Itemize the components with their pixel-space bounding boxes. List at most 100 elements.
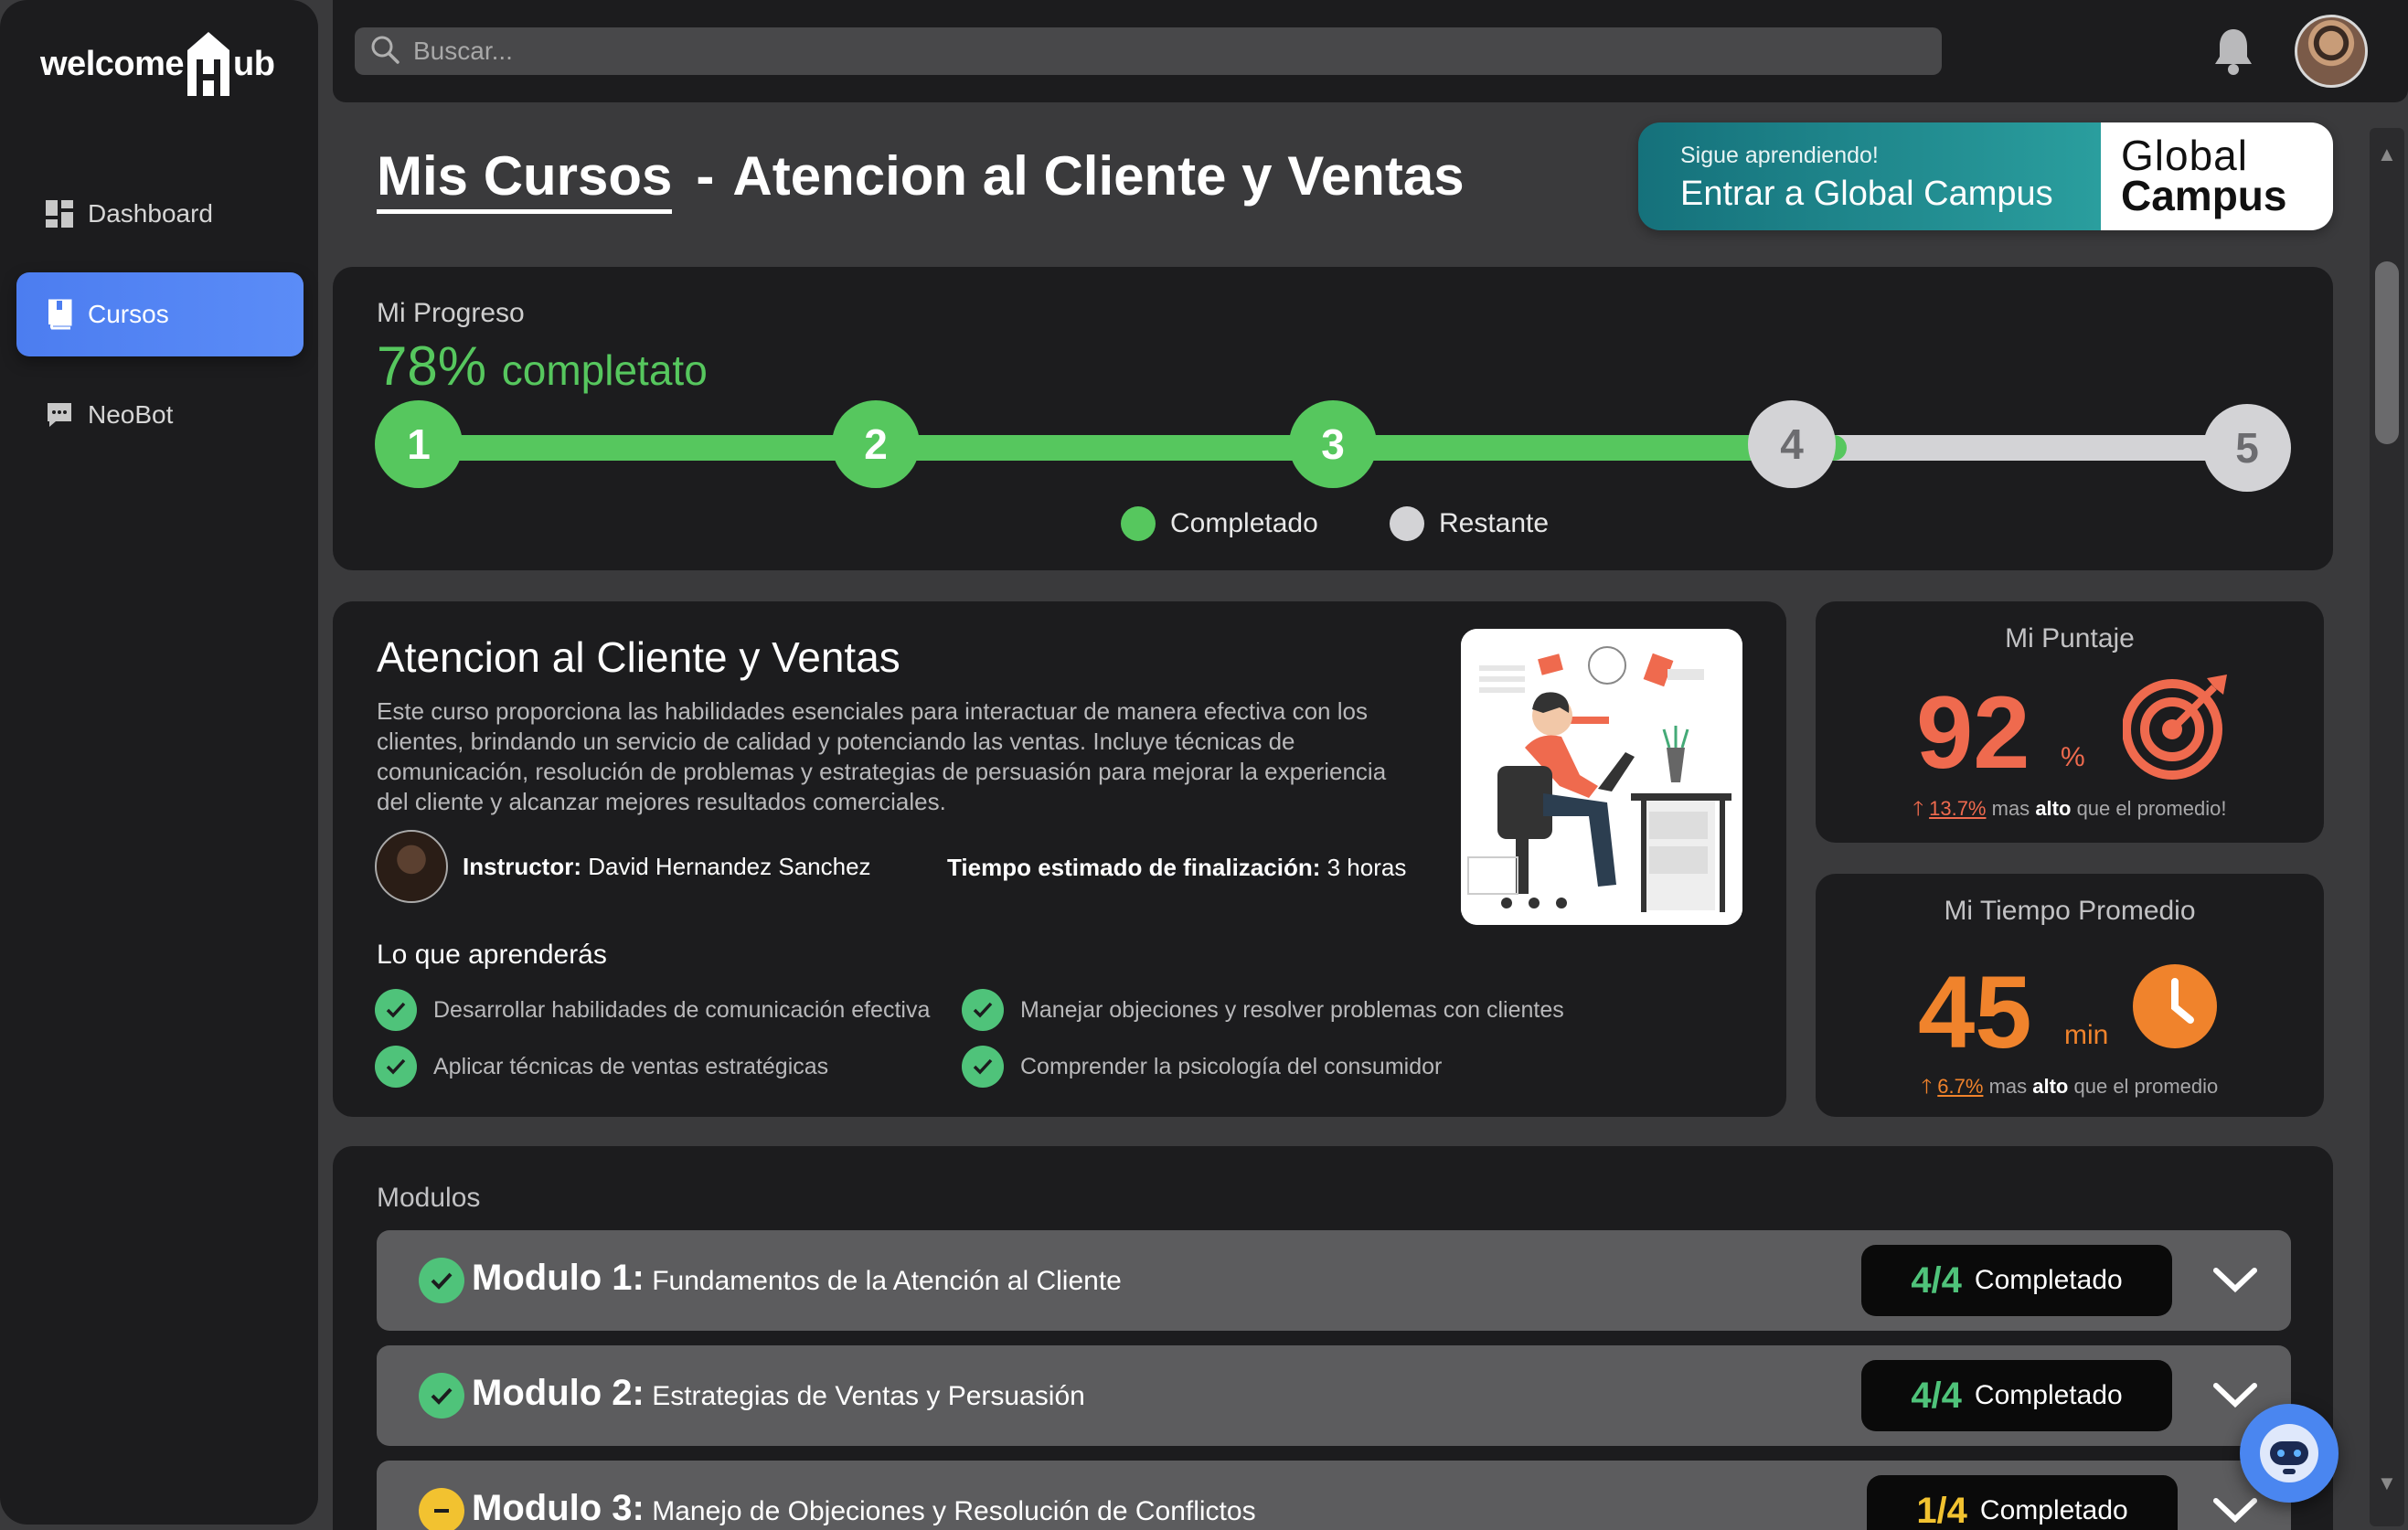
target-icon (2122, 671, 2232, 785)
module-name: Manejo de Objeciones y Resolución de Con… (652, 1496, 1256, 1526)
module-row-3[interactable]: Modulo 3: Manejo de Objeciones y Resoluc… (377, 1461, 2291, 1530)
time-value: 3 horas (1327, 854, 1407, 881)
dashboard-icon (44, 198, 75, 229)
breadcrumb-separator: - (696, 145, 715, 207)
progress-card: Mi Progreso 78% completato 1 2 3 4 5 Com… (333, 267, 2333, 570)
step-label: 2 (864, 420, 888, 468)
module-number: Modulo 1: (472, 1258, 645, 1298)
module-title: Modulo 1: Fundamentos de la Atención al … (472, 1258, 1122, 1299)
avg-time-unit: min (2064, 1020, 2109, 1050)
sidebar-item-label: Cursos (88, 300, 169, 328)
avg-time-value: 45 (1918, 955, 2032, 1069)
course-name-heading: Atencion al Cliente y Ventas (732, 145, 1465, 207)
sidebar-item-neobot[interactable]: NeoBot (16, 373, 304, 457)
learn-item: Manejar objeciones y resolver problemas … (962, 989, 1564, 1031)
progress-step-2[interactable]: 2 (832, 400, 920, 488)
avg-time-title: Mi Tiempo Promedio (1944, 896, 2196, 926)
bell-icon[interactable] (2212, 26, 2254, 80)
sidebar-item-dashboard[interactable]: Dashboard (16, 172, 304, 256)
score-foot-bold: alto (2035, 797, 2072, 820)
module-number: Modulo 3: (472, 1488, 645, 1528)
avg-time-comparison: 🡑 6.7% mas alto que el promedio (1816, 1071, 2324, 1106)
campus-cta[interactable]: Entrar a Global Campus (1680, 175, 2101, 214)
house-icon (186, 30, 231, 98)
module-status: Completado (1974, 1380, 2123, 1410)
time-label: Tiempo estimado de finalización: (947, 854, 1321, 881)
module-status-badge: 4/4 Completado (1861, 1360, 2172, 1431)
campus-subtitle: Sigue aprendiendo! (1680, 143, 1879, 168)
legend-label: Completado (1170, 508, 1318, 538)
user-avatar[interactable] (2295, 15, 2368, 88)
learn-item-text: Manejar objeciones y resolver problemas … (1020, 996, 1564, 1023)
welcomehub-logo[interactable]: welcome ub (40, 27, 275, 101)
chat-icon (44, 399, 75, 430)
logo-text-pre: welcome (40, 44, 185, 83)
progress-percent: 78% completato (377, 335, 708, 398)
campus-logo-line2: Campus (2121, 172, 2287, 219)
step-label: 1 (407, 420, 431, 468)
module-name: Estrategias de Ventas y Persuasión (652, 1381, 1085, 1411)
score-foot-end: que el promedio! (2076, 797, 2227, 820)
learn-item: Desarrollar habilidades de comunicación … (375, 989, 930, 1031)
scrollbar-thumb[interactable] (2375, 261, 2399, 444)
partial-progress-icon (419, 1488, 464, 1530)
module-status-badge: 4/4 Completado (1861, 1245, 2172, 1316)
score-comparison: 🡑 13.7% mas alto que el promedio! (1816, 793, 2324, 828)
module-row-1[interactable]: Modulo 1: Fundamentos de la Atención al … (377, 1230, 2291, 1331)
progress-percent-word: completato (501, 346, 708, 394)
instructor-avatar (375, 830, 448, 903)
module-count: 4/4 (1911, 1259, 1962, 1301)
global-campus-banner[interactable]: Sigue aprendiendo! Entrar a Global Campu… (1638, 122, 2333, 230)
score-value: 92 (1916, 675, 2030, 790)
chatbot-button[interactable] (2240, 1404, 2339, 1503)
legend-dot-completado (1121, 506, 1156, 541)
avg-time-pct: 6.7% (1937, 1075, 1984, 1098)
modules-label: Modulos (377, 1183, 481, 1213)
chevron-down-icon[interactable] (2211, 1258, 2260, 1308)
module-title: Modulo 3: Manejo de Objeciones y Resoluc… (472, 1488, 1256, 1529)
clock-icon (2132, 963, 2218, 1054)
progress-step-1[interactable]: 1 (375, 400, 463, 488)
module-count: 4/4 (1911, 1375, 1962, 1416)
legend-dot-restante (1390, 506, 1424, 541)
avg-time-foot-bold: alto (2032, 1075, 2069, 1098)
search-bar[interactable] (355, 27, 1942, 75)
module-count: 1/4 (1916, 1490, 1967, 1530)
scroll-up-arrow-icon[interactable]: ▲ (2377, 143, 2397, 166)
legend-restante: Restante (1390, 506, 1549, 541)
learn-title: Lo que aprenderás (377, 940, 607, 970)
module-row-2[interactable]: Modulo 2: Estrategias de Ventas y Persua… (377, 1345, 2291, 1446)
legend-completado: Completado (1121, 506, 1318, 541)
breadcrumb-mis-cursos[interactable]: Mis Cursos (377, 144, 673, 214)
campus-cta-panel[interactable]: Sigue aprendiendo! Entrar a Global Campu… (1638, 122, 2101, 230)
logo-text-post: ub (233, 44, 275, 83)
instructor-label: Instructor: (463, 852, 581, 880)
progress-step-5[interactable]: 5 (2203, 404, 2291, 492)
course-description: Este curso proporciona las habilidades e… (377, 697, 1387, 815)
progress-label: Mi Progreso (377, 298, 525, 328)
check-icon (419, 1373, 464, 1418)
check-icon (375, 1046, 417, 1088)
step-label: 4 (1780, 420, 1804, 468)
global-campus-logo: Global Campus (2101, 122, 2333, 230)
top-bar (333, 0, 2408, 102)
progress-step-3[interactable]: 3 (1289, 400, 1377, 488)
module-status-badge: 1/4 Completado (1867, 1475, 2178, 1530)
scroll-down-arrow-icon[interactable]: ▼ (2377, 1472, 2397, 1495)
progress-step-4[interactable]: 4 (1748, 400, 1836, 488)
instructor-name: David Hernandez Sanchez (588, 852, 871, 880)
instructor-info: Instructor: David Hernandez Sanchez (375, 830, 871, 903)
chevron-down-icon[interactable] (2211, 1373, 2260, 1423)
sidebar-item-label: NeoBot (88, 400, 174, 429)
sidebar-item-cursos[interactable]: Cursos (16, 272, 304, 356)
avg-time-foot-mid: mas (1988, 1075, 2028, 1098)
course-info-card: Atencion al Cliente y Ventas Este curso … (333, 601, 1786, 1117)
chevron-down-icon[interactable] (2211, 1488, 2260, 1530)
learn-item: Aplicar técnicas de ventas estratégicas (375, 1046, 828, 1088)
check-icon (962, 1046, 1004, 1088)
search-input[interactable] (413, 37, 1876, 66)
avg-time-foot-end: que el promedio (2073, 1075, 2219, 1098)
modules-card: Modulos Modulo 1: Fundamentos de la Aten… (333, 1146, 2333, 1530)
score-card: Mi Puntaje 92 % 🡑 13.7% mas alto que el … (1816, 601, 2324, 843)
search-icon (369, 34, 400, 69)
